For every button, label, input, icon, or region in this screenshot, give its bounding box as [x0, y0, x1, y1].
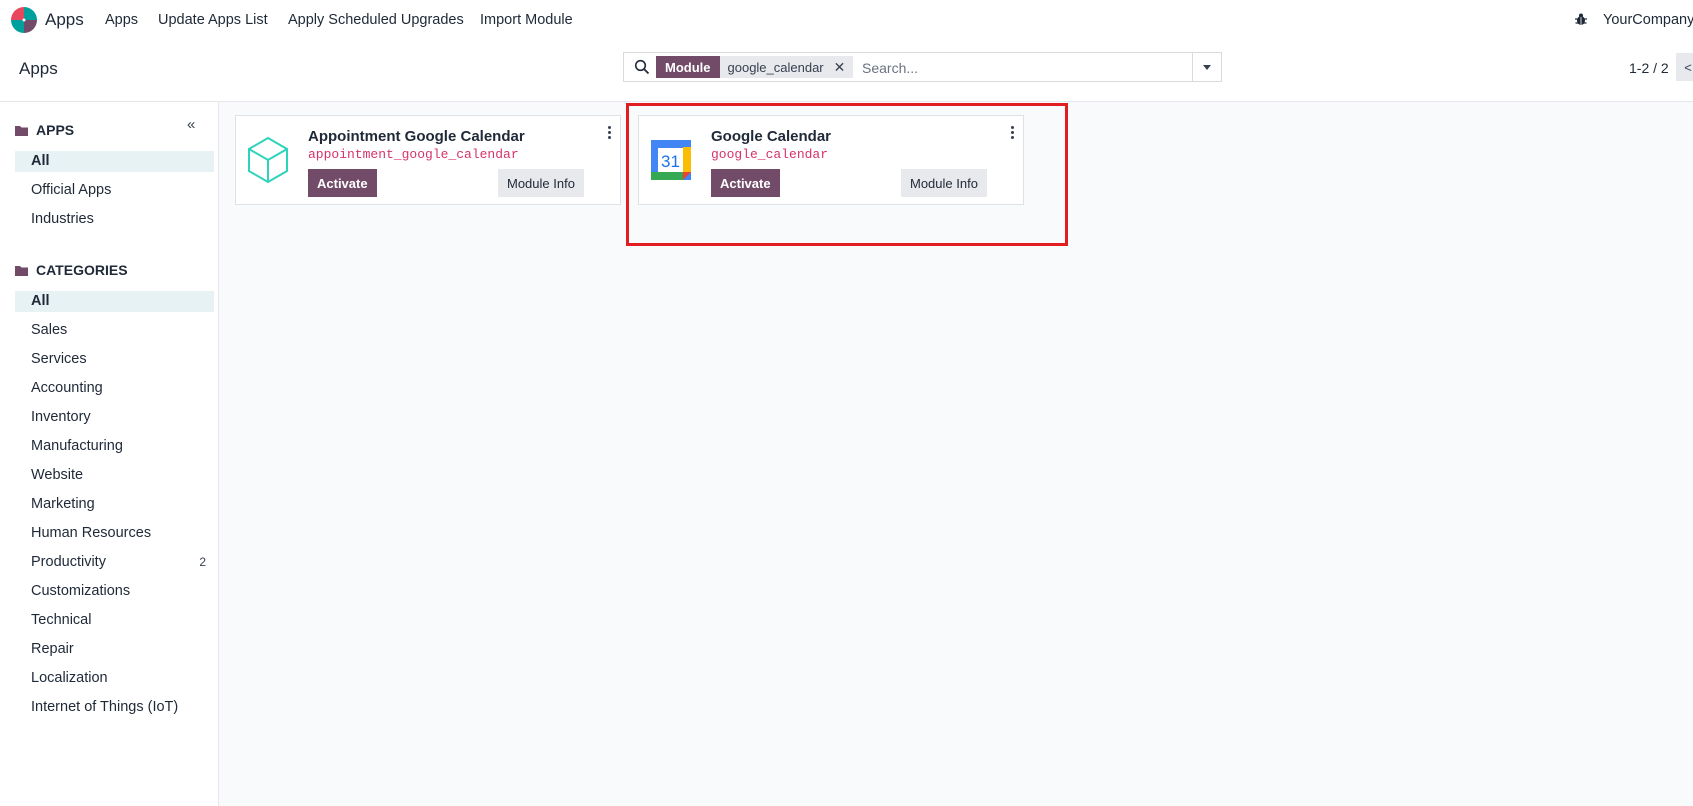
module-technical-name: google_calendar [711, 147, 829, 162]
category-website[interactable]: Website [15, 465, 214, 486]
apps-section-title: APPS [36, 122, 75, 138]
menu-apps[interactable]: Apps [105, 12, 138, 28]
category-repair[interactable]: Repair [15, 639, 214, 660]
pager-previous-button[interactable]: < [1676, 53, 1693, 81]
google-calendar-icon: 31 [651, 140, 691, 180]
menu-update-apps-list[interactable]: Update Apps List [158, 12, 268, 28]
module-technical-name: appointment_google_calendar [308, 147, 519, 162]
module-info-button[interactable]: Module Info [901, 169, 987, 197]
facet-value: google_calendar [727, 59, 824, 75]
search-panel-sidebar: « APPS All Official Apps Industries CATE… [0, 102, 219, 806]
category-services[interactable]: Services [15, 349, 214, 370]
odoo-apps-logo-icon[interactable] [11, 7, 37, 33]
module-card-google-calendar[interactable]: 31 Google Calendar google_calendar Activ… [638, 115, 1024, 205]
app-title[interactable]: Apps [45, 10, 84, 30]
top-navbar: Apps Apps Update Apps List Apply Schedul… [0, 0, 1693, 41]
collapse-sidebar-button[interactable]: « [187, 116, 195, 133]
search-input[interactable] [860, 56, 1184, 80]
module-title: Appointment Google Calendar [308, 128, 525, 145]
category-inventory[interactable]: Inventory [15, 407, 214, 428]
facet-value-wrap: google_calendar ✕ [719, 56, 854, 78]
category-manufacturing[interactable]: Manufacturing [15, 436, 214, 457]
apps-section-header: APPS [15, 122, 74, 138]
module-card-appointment-google-calendar[interactable]: Appointment Google Calendar appointment_… [235, 115, 621, 205]
debug-bug-icon[interactable] [1574, 12, 1588, 26]
categories-section-title: CATEGORIES [36, 262, 128, 278]
folder-icon [15, 125, 28, 136]
category-localization[interactable]: Localization [15, 668, 214, 689]
control-panel: Apps Module google_calendar ✕ 1-2 / 2 < [0, 41, 1693, 102]
category-productivity-label: Productivity [31, 554, 106, 570]
facet-label: Module [656, 56, 720, 78]
menu-apply-scheduled-upgrades[interactable]: Apply Scheduled Upgrades [288, 12, 464, 28]
category-sales[interactable]: Sales [15, 320, 214, 341]
category-internet-of-things[interactable]: Internet of Things (IoT) [15, 697, 214, 718]
search-options-toggle[interactable] [1192, 53, 1221, 81]
menu-import-module[interactable]: Import Module [480, 12, 573, 28]
search-icon [634, 59, 650, 75]
category-accounting[interactable]: Accounting [15, 378, 214, 399]
category-marketing[interactable]: Marketing [15, 494, 214, 515]
category-productivity-count: 2 [199, 555, 206, 569]
category-customizations[interactable]: Customizations [15, 581, 214, 602]
apps-filter-all[interactable]: All [15, 151, 214, 172]
company-switcher[interactable]: YourCompany [1603, 12, 1693, 28]
search-bar[interactable]: Module google_calendar ✕ [623, 52, 1222, 82]
category-all[interactable]: All [15, 291, 214, 312]
facet-remove-icon[interactable]: ✕ [834, 59, 846, 76]
kebab-menu-icon[interactable] [604, 126, 614, 140]
kebab-menu-icon[interactable] [1007, 126, 1017, 140]
category-technical[interactable]: Technical [15, 610, 214, 631]
breadcrumb: Apps [19, 59, 58, 78]
category-human-resources[interactable]: Human Resources [15, 523, 214, 544]
cube-icon [248, 136, 288, 184]
category-productivity[interactable]: Productivity 2 [15, 552, 214, 573]
module-info-button[interactable]: Module Info [498, 169, 584, 197]
activate-button[interactable]: Activate [308, 169, 377, 197]
search-facet: Module google_calendar ✕ [656, 56, 854, 78]
apps-filter-industries[interactable]: Industries [15, 209, 214, 230]
activate-button[interactable]: Activate [711, 169, 780, 197]
categories-section-header: CATEGORIES [15, 262, 128, 278]
apps-filter-official-apps[interactable]: Official Apps [15, 180, 214, 201]
calendar-day-text: 31 [661, 152, 680, 171]
folder-icon [15, 265, 28, 276]
module-title: Google Calendar [711, 128, 832, 145]
caret-down-icon [1203, 64, 1211, 70]
pager-value[interactable]: 1-2 / 2 [1629, 60, 1669, 76]
